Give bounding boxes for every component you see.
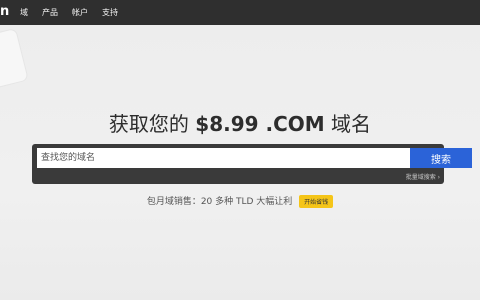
domain-search-input[interactable] xyxy=(37,148,410,168)
search-button[interactable]: 搜索 xyxy=(410,148,472,168)
promo-text: 包月域销售：20 多种 TLD 大幅让利 xyxy=(146,197,293,207)
nav-item-domains[interactable]: 域 xyxy=(20,7,28,18)
nav-item-account[interactable]: 帐户 xyxy=(72,7,88,18)
title-price: $8.99 xyxy=(195,112,259,136)
title-suffix: 域名 xyxy=(324,112,372,136)
brand-logo[interactable]: n xyxy=(0,4,10,20)
top-nav-bar: n 域 产品 帐户 支持 xyxy=(0,0,480,25)
domain-search-form: 搜索 批量域搜索 › xyxy=(32,144,472,184)
title-prefix: 获取您的 xyxy=(108,112,196,136)
nav-item-support[interactable]: 支持 xyxy=(102,7,118,18)
main-nav: 域 产品 帐户 支持 xyxy=(20,0,132,25)
nav-item-products[interactable]: 产品 xyxy=(42,7,58,18)
page-title: 获取您的 $8.99 .COM 域名 xyxy=(0,108,480,137)
promo-banner: 包月域销售：20 多种 TLD 大幅让利 开始省钱 xyxy=(0,194,480,208)
hero-section: 获取您的 $8.99 .COM 域名 搜索 批量域搜索 › 包月域销售：20 多… xyxy=(0,25,480,300)
bulk-domain-search-link[interactable]: 批量域搜索 › xyxy=(406,172,440,181)
start-saving-button[interactable]: 开始省钱 xyxy=(299,195,334,208)
title-tld: .COM xyxy=(258,112,325,136)
decorative-shape xyxy=(0,28,28,90)
